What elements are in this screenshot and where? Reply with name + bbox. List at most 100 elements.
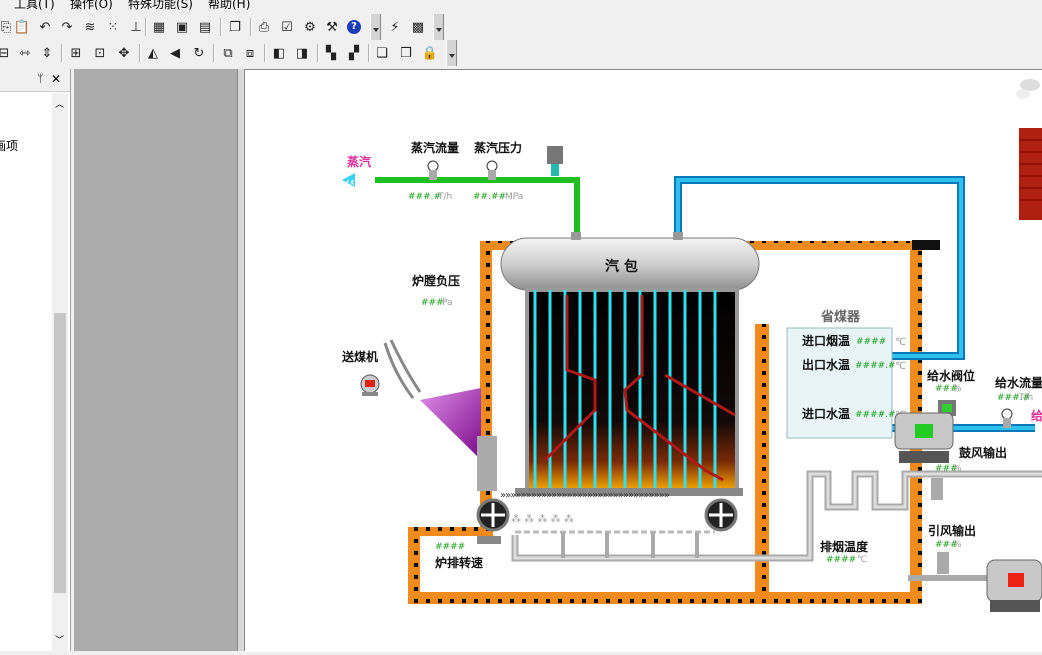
svg-text:Pa: Pa	[442, 298, 453, 308]
steam-pipe	[375, 177, 580, 240]
flip-v-icon[interactable]: ◀	[165, 43, 185, 63]
group-icon[interactable]: ⧉	[218, 43, 238, 63]
menu-help[interactable]: 帮助(H)	[208, 0, 250, 12]
menu-operations[interactable]: 操作(O)	[70, 0, 113, 12]
menu-tools[interactable]: 工具(T)	[14, 0, 55, 12]
same-height-icon[interactable]: ⇕	[37, 43, 57, 63]
exhaust-temp-value: ####	[826, 555, 856, 565]
window-icon[interactable]: ▤	[195, 17, 215, 37]
svg-text:%: %	[953, 384, 962, 394]
scroll-thumb[interactable]	[54, 313, 66, 593]
forward-icon[interactable]: ▚	[321, 43, 341, 63]
drum-label: 汽 包	[605, 258, 638, 275]
same-width-icon[interactable]: ⇿	[15, 43, 35, 63]
brick-wall-mid	[755, 324, 769, 594]
grate-motor	[477, 536, 501, 544]
redo-icon[interactable]: ↷	[57, 17, 77, 37]
close-icon[interactable]: ✕	[51, 72, 61, 86]
feed-label-partial: 给	[1031, 408, 1042, 423]
scroll-down-icon[interactable]: ﹀	[55, 633, 64, 646]
clipboard-icon[interactable]: 📋	[12, 17, 32, 37]
toolbar-standard: ⎘ 📋 ↶ ↷ ≋ ⁙ ⊥ ▦ ▣ ▤ ❐ ⎙ ☑ ⚙ ⚒ ? ⚡ ▩	[0, 14, 445, 40]
svg-text:%: %	[953, 464, 962, 474]
feed-flow-meter-icon	[1001, 408, 1013, 420]
svg-text:T/h: T/h	[437, 192, 452, 202]
tools-icon[interactable]: ⚒	[322, 17, 342, 37]
flip-h-icon[interactable]: ◭	[143, 43, 163, 63]
furnace	[525, 288, 739, 494]
coal-feeder-label: 送煤机	[341, 349, 378, 364]
lock-icon[interactable]: 🔒	[420, 43, 440, 63]
grid-icon[interactable]: ▦	[149, 17, 169, 37]
furnace-pressure-value: ###	[421, 298, 444, 308]
run-icon[interactable]: ⚡	[385, 17, 405, 37]
inlet-water-temp-label: 进口水温	[802, 406, 850, 421]
settings-icon[interactable]: ⚙	[300, 17, 320, 37]
svg-text:T/h: T/h	[1018, 393, 1033, 403]
induced-output-label: 引风输出	[928, 523, 976, 538]
steam-pressure-label: 蒸汽压力	[474, 140, 522, 155]
drawing-canvas[interactable]: ‹‹‹ 蒸汽 汽 包 »»»»»»»»»»»»»»»»»»»»»»»»»»»»»…	[245, 69, 1042, 652]
toolbar-grip[interactable]	[370, 14, 381, 40]
send-back-icon[interactable]: ◨	[292, 43, 312, 63]
bring-front-icon[interactable]: ◧	[269, 43, 289, 63]
toolbar-grip[interactable]	[446, 40, 457, 66]
boiler-diagram: ‹‹‹ 蒸汽 汽 包 »»»»»»»»»»»»»»»»»»»»»»»»»»»»»…	[341, 79, 1042, 612]
svg-text:℃: ℃	[895, 361, 906, 372]
tree-item[interactable]: 画项	[0, 137, 18, 154]
center-icon[interactable]: ✥	[114, 43, 134, 63]
svg-text:»»»»»»»»»»»»»»»»»»»»»»»»»»»»»»: »»»»»»»»»»»»»»»»»»»»»»»»»»»»»»»»»	[500, 490, 670, 501]
furnace-pressure-label: 炉膛负压	[412, 273, 460, 288]
screen-icon[interactable]: ▣	[172, 17, 192, 37]
vertical-ruler[interactable]	[237, 69, 245, 651]
svg-text:⁂ ⁂ ⁂ ⁂ ⁂: ⁂ ⁂ ⁂ ⁂ ⁂	[511, 513, 574, 525]
help-icon[interactable]: ?	[344, 17, 364, 37]
exhaust-temp-label: 排烟温度	[820, 539, 869, 554]
steam-flow-label: 蒸汽流量	[411, 140, 459, 155]
drum-nozzle	[673, 232, 683, 240]
panel-header: ᛘ ✕	[0, 69, 70, 92]
left-panel: ᛘ ✕ 画项 ︿ ﹀	[0, 69, 71, 651]
ruler-icon[interactable]: ⊥	[126, 17, 146, 37]
toolbar-layout: ⊟ ⇿ ⇕ ⊞ ⊡ ✥ ◭ ◀ ↻ ⧉ ⧈ ◧ ◨ ▚ ▞ ❏ ❒ 🔒	[0, 40, 458, 66]
steam-pressure-value: ##.##	[473, 192, 506, 202]
flow-meter-icon	[427, 160, 439, 172]
palette-icon[interactable]: ▩	[408, 17, 428, 37]
pages-icon[interactable]: ❐	[225, 17, 245, 37]
grate-speed-label: 炉排转速	[435, 555, 483, 570]
svg-text:%: %	[953, 540, 962, 550]
v-space-icon[interactable]: ⊡	[90, 43, 110, 63]
menu-bar: 工具(T) 操作(O) 特殊功能(S) 帮助(H)	[0, 0, 1042, 14]
feed-flow-label: 给水流量	[995, 375, 1042, 390]
check-icon[interactable]: ☑	[277, 17, 297, 37]
inlet-gas-temp-value: ####	[856, 337, 886, 347]
outlet-water-temp-label: 出口水温	[802, 357, 850, 372]
blower-damper-icon	[931, 478, 943, 500]
inlet-water-temp-value: ####.#	[855, 410, 896, 420]
svg-text:‹‹‹: ‹‹‹	[345, 175, 360, 189]
drum-nozzle	[571, 232, 581, 240]
print-preview-icon[interactable]: ⎙	[254, 17, 274, 37]
align-icon[interactable]: ⊟	[0, 43, 14, 63]
svg-text:℃: ℃	[895, 337, 906, 348]
rotate-icon[interactable]: ↻	[189, 43, 209, 63]
outlet-water-temp-value: ####.#	[855, 361, 896, 371]
undo-icon[interactable]: ↶	[35, 17, 55, 37]
ungroup-icon[interactable]: ⧈	[240, 43, 260, 63]
brick-wall-bottom	[408, 592, 922, 604]
pin-icon[interactable]: ᛘ	[37, 72, 44, 85]
backward-icon[interactable]: ▞	[344, 43, 364, 63]
menu-special[interactable]: 特殊功能(S)	[128, 0, 193, 12]
h-space-icon[interactable]: ⊞	[66, 43, 86, 63]
window-cascade-icon[interactable]: ❒	[396, 43, 416, 63]
grate-speed-value: ####	[435, 542, 465, 552]
panel-scrollbar[interactable]: ︿ ﹀	[52, 93, 68, 651]
window-stack-icon[interactable]: ❏	[372, 43, 392, 63]
scroll-up-icon[interactable]: ︿	[55, 97, 64, 110]
grid-dots-icon[interactable]: ⁙	[103, 17, 123, 37]
steam-label: 蒸汽	[347, 154, 371, 169]
layers-icon[interactable]: ≋	[80, 17, 100, 37]
coal-hopper	[420, 388, 481, 460]
economizer-label: 省煤器	[820, 309, 861, 325]
toolbar-grip[interactable]	[433, 14, 444, 40]
